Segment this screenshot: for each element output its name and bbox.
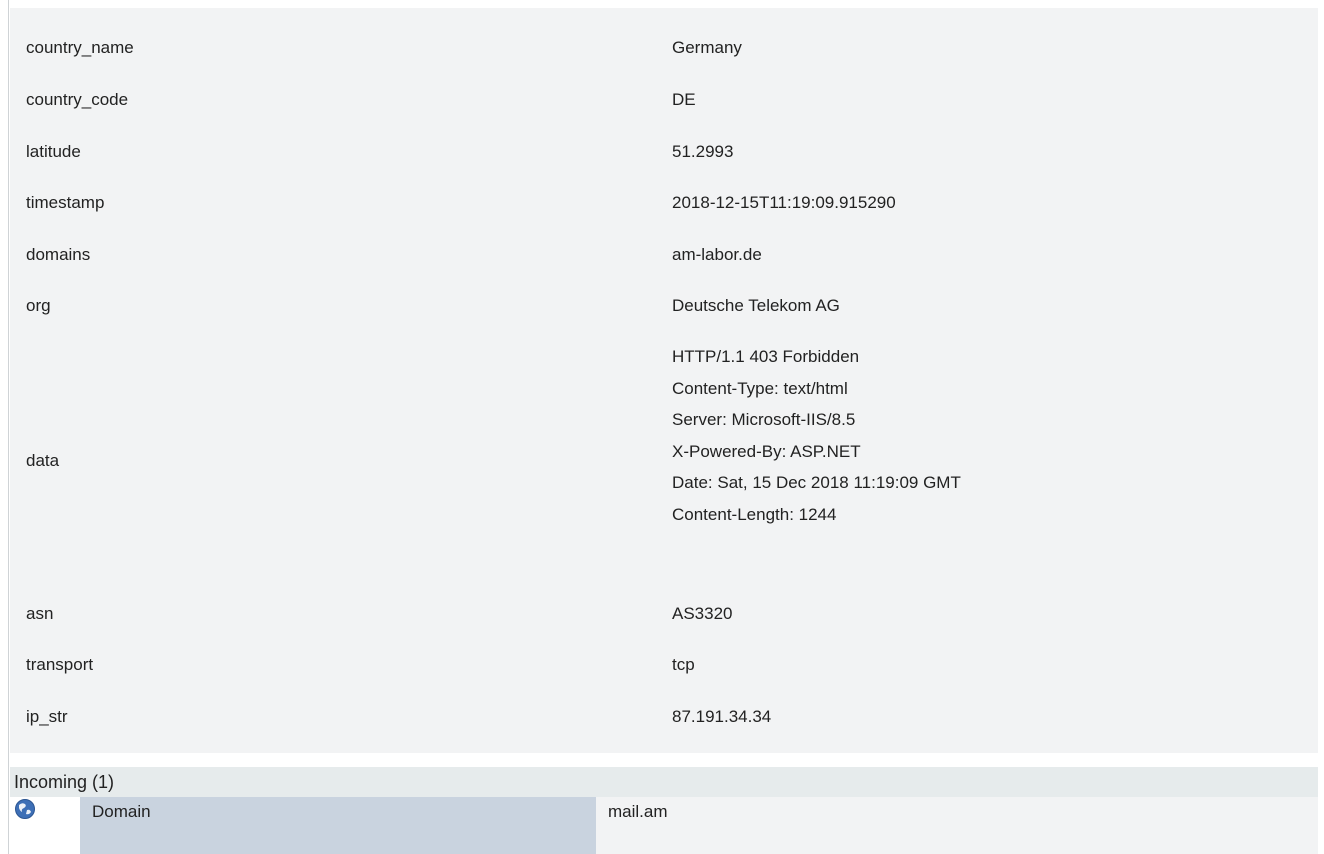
incoming-item-value[interactable]: mail.am [596, 797, 1318, 854]
property-key: timestamp [26, 193, 105, 212]
data-line: Content-Length: 1244 [672, 504, 837, 524]
data-line: Server: Microsoft-IIS/8.5 [672, 410, 856, 429]
incoming-section: Incoming (1) Domain mail.am [10, 767, 1318, 854]
property-key: asn [26, 604, 54, 623]
incoming-item-value-label: mail.am [608, 802, 668, 821]
property-key: country_name [26, 38, 134, 57]
property-key: data [26, 451, 60, 470]
incoming-item[interactable]: Domain mail.am [10, 797, 1318, 854]
property-key: latitude [26, 142, 81, 161]
property-key: transport [26, 655, 94, 674]
data-line: HTTP/1.1 403 Forbidden [672, 347, 860, 366]
property-row-data: data HTTP/1.1 403 Forbidden Content-Type… [10, 341, 1318, 571]
property-key: ip_str [26, 707, 68, 726]
property-value: DE [672, 90, 696, 109]
properties-table: country_name Germany country_code DE lat… [10, 8, 1318, 753]
property-value: am-labor.de [672, 245, 762, 264]
globe-icon [15, 799, 35, 819]
incoming-item-type-label: Domain [92, 802, 151, 821]
incoming-title: Incoming (1) [14, 772, 115, 792]
data-line: X-Powered-By: ASP.NET [672, 441, 861, 461]
property-value: 87.191.34.34 [672, 707, 772, 726]
entity-details-panel: country_name Germany country_code DE lat… [8, 0, 1319, 854]
property-value-multiline: HTTP/1.1 403 Forbidden Content-Type: tex… [672, 341, 961, 530]
property-value: tcp [672, 655, 695, 674]
property-key: org [26, 296, 51, 315]
data-line: Date: Sat, 15 Dec 2018 11:19:09 GMT [672, 473, 961, 492]
incoming-header[interactable]: Incoming (1) [10, 767, 1318, 797]
incoming-item-type: Domain [80, 797, 596, 854]
property-value: 51.2993 [672, 142, 734, 161]
property-key: domains [26, 245, 91, 264]
property-value: Deutsche Telekom AG [672, 296, 840, 315]
property-key: country_code [26, 90, 129, 109]
property-value: Germany [672, 38, 742, 57]
property-value: 2018-12-15T11:19:09.915290 [672, 193, 896, 212]
data-line: Content-Type: text/html [672, 378, 848, 398]
property-value: AS3320 [672, 604, 733, 623]
